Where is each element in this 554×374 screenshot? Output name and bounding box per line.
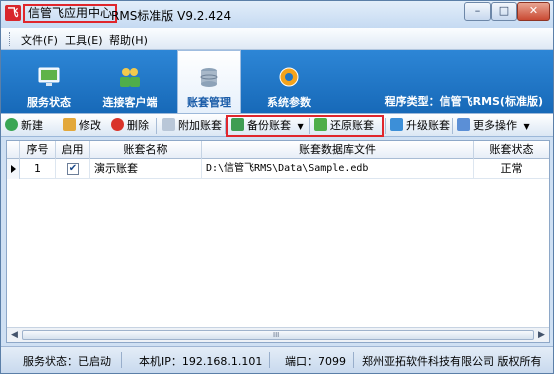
column-header[interactable]: 序号 xyxy=(20,141,56,159)
cell-enabled: ✔ xyxy=(56,159,90,179)
close-button[interactable]: ✕ xyxy=(517,2,550,21)
accounts-table[interactable]: 序号 启用 账套名称 账套数据库文件 账套状态 1 ✔ 演示账套 D:\信管飞R… xyxy=(6,140,550,343)
cell-file: D:\信管飞RMS\Data\Sample.edb xyxy=(202,159,474,179)
upgrade-label: 升级账套 xyxy=(406,119,450,132)
gear-icon xyxy=(279,67,299,87)
status-separator xyxy=(353,352,354,368)
nav-label: 系统参数 xyxy=(267,96,311,109)
cell-index: 1 xyxy=(20,159,56,179)
attach-label: 附加账套 xyxy=(178,119,222,132)
nav-label: 服务状态 xyxy=(27,96,71,109)
local-ip: 本机IP：192.168.1.101 xyxy=(139,355,263,368)
highlight-box xyxy=(226,115,384,137)
toolbar: 新建 修改 删除 附加账套 备份账套 ▼ 还原账套 升级账套 更多操作 ▼ xyxy=(1,113,553,137)
new-button[interactable]: 新建 xyxy=(5,117,43,135)
app-window: 飞 信管飞应用中心 RMS标准版 V9.2.424 – □ ✕ 文件(F) 工具… xyxy=(0,0,554,374)
scroll-thumb[interactable]: III xyxy=(22,330,534,340)
attach-button[interactable]: 附加账套 xyxy=(162,117,222,135)
enabled-checkbox[interactable]: ✔ xyxy=(67,163,79,175)
column-header[interactable]: 启用 xyxy=(56,141,90,159)
nav-service-status[interactable]: 服务状态 xyxy=(19,50,79,113)
toolbar-separator xyxy=(452,118,453,134)
more-label: 更多操作 xyxy=(473,119,517,132)
nav-label: 连接客户端 xyxy=(102,96,158,109)
header-indicator xyxy=(7,141,20,159)
nav-label: 账套管理 xyxy=(187,96,231,109)
app-brand: 信管飞应用中心 xyxy=(23,4,118,23)
column-header[interactable]: 账套状态 xyxy=(474,141,549,159)
column-header[interactable]: 账套数据库文件 xyxy=(202,141,474,159)
edit-label: 修改 xyxy=(79,119,101,132)
upgrade-icon xyxy=(390,118,403,131)
nav-accounts[interactable]: 账套管理 xyxy=(177,50,241,113)
scroll-right-icon[interactable]: ▶ xyxy=(534,328,549,342)
maximize-button[interactable]: □ xyxy=(491,2,517,21)
port: 端口：7099 xyxy=(285,355,346,368)
toolbar-separator xyxy=(385,118,386,134)
delete-button[interactable]: 删除 xyxy=(111,117,149,135)
copyright: 郑州亚拓软件科技有限公司 版权所有 xyxy=(362,355,542,368)
program-type: 程序类型：信管飞RMS(标准版) xyxy=(384,95,543,108)
cell-status: 正常 xyxy=(500,162,523,175)
toolbar-separator xyxy=(156,118,157,134)
nav-settings[interactable]: 系统参数 xyxy=(257,50,321,113)
delete-label: 删除 xyxy=(127,119,149,132)
double-chevron-icon xyxy=(457,118,470,131)
cell-name: 演示账套 xyxy=(90,159,202,179)
nav-clients[interactable]: 连接客户端 xyxy=(95,50,165,113)
monitor-icon xyxy=(38,67,60,86)
new-label: 新建 xyxy=(21,119,43,132)
menu-grip xyxy=(9,32,12,46)
delete-icon xyxy=(111,118,124,131)
status-separator xyxy=(269,352,270,368)
menu-bar: 文件(F) 工具(E) 帮助(H) xyxy=(1,28,553,50)
edit-icon xyxy=(63,118,76,131)
more-button[interactable]: 更多操作 ▼ xyxy=(457,117,530,135)
upgrade-button[interactable]: 升级账套 xyxy=(390,117,450,135)
menu-tools[interactable]: 工具(E) xyxy=(65,32,103,48)
table-row[interactable]: 1 ✔ 演示账套 D:\信管飞RMS\Data\Sample.edb 正常 xyxy=(7,159,549,179)
horizontal-scrollbar[interactable]: ◀ III ▶ xyxy=(7,327,549,342)
column-header[interactable]: 账套名称 xyxy=(90,141,202,159)
nav-band: 服务状态 连接客户端 账套管理 系统参数 程序类型：信管飞RMS(标准版) xyxy=(1,50,553,113)
table-header: 序号 启用 账套名称 账套数据库文件 账套状态 xyxy=(7,141,549,159)
scroll-grip: III xyxy=(273,331,280,339)
edit-button[interactable]: 修改 xyxy=(63,117,101,135)
minimize-button[interactable]: – xyxy=(464,2,491,21)
attach-icon xyxy=(162,118,175,131)
window-title: RMS标准版 V9.2.424 xyxy=(111,9,232,23)
service-status: 服务状态：已启动 xyxy=(23,355,111,368)
menu-file[interactable]: 文件(F) xyxy=(21,32,58,48)
status-bar: 服务状态：已启动 本机IP：192.168.1.101 端口：7099 郑州亚拓… xyxy=(1,346,553,373)
status-separator xyxy=(121,352,122,368)
chevron-down-icon: ▼ xyxy=(523,122,530,131)
database-icon xyxy=(200,68,218,87)
scroll-left-icon[interactable]: ◀ xyxy=(7,328,22,342)
users-icon xyxy=(120,68,140,87)
add-icon xyxy=(5,118,18,131)
menu-help[interactable]: 帮助(H) xyxy=(109,32,148,48)
title-bar[interactable]: 飞 信管飞应用中心 RMS标准版 V9.2.424 – □ ✕ xyxy=(1,1,553,28)
app-logo-icon: 飞 xyxy=(5,5,21,21)
row-pointer-icon xyxy=(7,159,20,179)
